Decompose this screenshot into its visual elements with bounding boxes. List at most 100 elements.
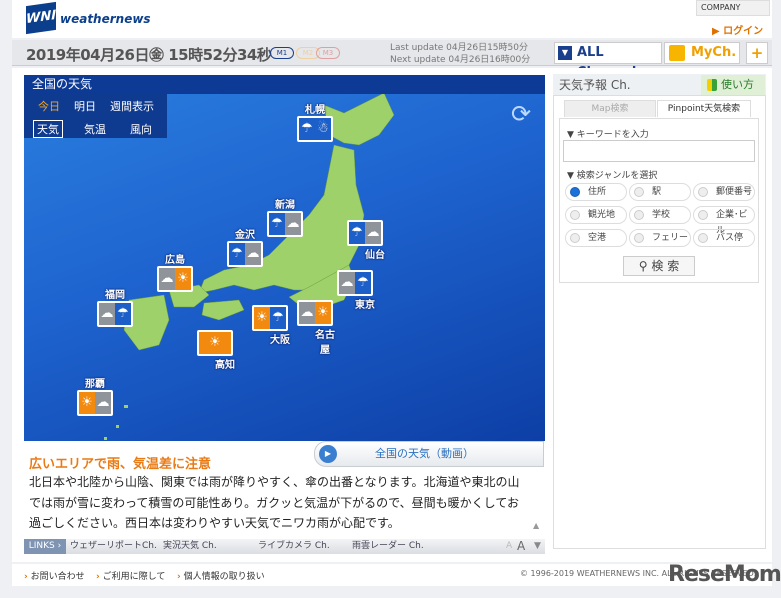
font-large-button[interactable]: A	[517, 539, 525, 554]
weather-sun-icon: ☀	[79, 392, 95, 414]
login-link[interactable]: ▶ ログイン	[712, 22, 763, 37]
mode-m1[interactable]: M1	[270, 47, 294, 59]
beginner-icon	[707, 79, 717, 91]
tab-temperature[interactable]: 気温	[84, 121, 106, 137]
city-marker[interactable]: ☁ ☂ 東京	[335, 270, 375, 311]
font-small-button[interactable]: A	[506, 539, 512, 554]
logo[interactable]: WNI	[26, 1, 56, 35]
city-marker[interactable]: ☀ 高知	[195, 330, 235, 371]
brand-name[interactable]: weathernews	[60, 12, 151, 26]
city-name: 広島	[165, 255, 185, 266]
weather-icon: ☁ ☀	[297, 300, 333, 326]
city-name: 福岡	[105, 290, 125, 301]
weather-cld-icon: ☁	[285, 213, 301, 235]
city-marker[interactable]: 金沢 ☂ ☁	[225, 226, 265, 267]
scroll-down-button[interactable]: ▼	[534, 539, 541, 554]
footer-link-contact[interactable]: › お問い合わせ	[24, 569, 85, 582]
weather-icon: ☂ ☁	[267, 211, 303, 237]
search-icon: ⚲	[638, 259, 648, 273]
video-label: 全国の天気（動画）	[375, 447, 474, 460]
search-button[interactable]: ⚲ 検 索	[623, 256, 695, 276]
scroll-up-button[interactable]: ▲	[533, 521, 539, 530]
weather-cld-icon: ☁	[95, 392, 111, 414]
tab-map-search[interactable]: Map検索	[564, 100, 656, 117]
weather-rain-icon: ☂	[299, 118, 315, 140]
howto-button[interactable]: 使い方	[701, 75, 765, 95]
all-channel-button[interactable]: ▼ALL Channel	[554, 42, 662, 80]
genre-label: 駅	[652, 187, 662, 197]
company-link[interactable]: COMPANY	[696, 0, 770, 16]
update-info: Last update 04月26日15時50分 Next update 04月2…	[390, 42, 530, 66]
weather-rain-icon: ☂	[270, 307, 286, 329]
weather-icon: ☂ ☁	[347, 220, 383, 246]
city-marker[interactable]: ☁ ☀ 名古屋	[295, 300, 335, 356]
links-bar: LINKS › ウェザーリポートCh. 実況天気 Ch. ライブカメラ Ch. …	[24, 539, 545, 554]
video-button[interactable]: ▶ 全国の天気（動画）	[314, 441, 544, 467]
weather-icon: ☂ ☃	[297, 116, 333, 142]
login-label: ログイン	[723, 26, 764, 37]
weather-icon: ☁ ☂	[97, 301, 133, 327]
weather-cld-icon: ☁	[245, 243, 261, 265]
genre-label: 観光地	[588, 210, 616, 220]
keyword-label: ▼ キーワードを入力	[567, 130, 649, 140]
tab-tomorrow[interactable]: 明日	[74, 98, 96, 114]
city-marker[interactable]: 広島 ☁ ☀	[155, 251, 195, 292]
city-name: 金沢	[235, 230, 255, 241]
links-label: LINKS ›	[24, 539, 66, 554]
keyword-input[interactable]	[563, 140, 755, 162]
city-name: 高知	[215, 360, 235, 371]
weather-cld-icon: ☁	[339, 272, 355, 294]
genre-label: フェリー	[652, 233, 689, 243]
add-button[interactable]: +	[746, 42, 768, 64]
genre-radio[interactable]: バス停	[693, 229, 755, 247]
city-marker[interactable]: 札幌 ☂ ☃	[295, 101, 335, 142]
link-weather-report[interactable]: ウェザーリポートCh.	[70, 539, 157, 554]
mych-label: MyCh.	[691, 45, 737, 60]
last-update: Last update 04月26日15時50分	[390, 43, 528, 53]
genre-radio[interactable]: フェリー	[629, 229, 691, 247]
city-marker[interactable]: ☂ ☁ 仙台	[345, 220, 385, 261]
weather-cld-icon: ☁	[99, 303, 115, 325]
weather-sun-icon: ☀	[254, 307, 270, 329]
weather-cld-icon: ☁	[299, 302, 315, 324]
radio-icon	[634, 233, 644, 243]
weather-icon: ☁ ☂	[337, 270, 373, 296]
mych-button[interactable]: MyCh.	[664, 42, 740, 64]
mode-m3[interactable]: M3	[316, 47, 340, 59]
genre-label: バス停	[716, 233, 744, 243]
footer-link-privacy[interactable]: › 個人情報の取り扱い	[177, 569, 265, 582]
genre-radio[interactable]: 駅	[629, 183, 691, 201]
genre-radio[interactable]: 空港	[565, 229, 627, 247]
link-rain-radar[interactable]: 雨雲レーダー Ch.	[352, 539, 424, 554]
footer-link-terms[interactable]: › ご利用に際して	[96, 569, 165, 582]
radio-icon	[634, 187, 644, 197]
tab-weather[interactable]: 天気	[33, 120, 63, 138]
watermark-logo: ReseMom	[668, 562, 781, 587]
radio-icon	[570, 233, 580, 243]
play-icon: ▶	[319, 445, 337, 463]
genre-radio[interactable]: 企業･ビル	[693, 206, 755, 236]
city-marker[interactable]: 那覇 ☀ ☁	[75, 375, 115, 416]
tab-today[interactable]: 今日	[38, 98, 60, 114]
genre-radio[interactable]: 住所	[565, 183, 627, 201]
city-marker[interactable]: ☀ ☂ 大阪	[250, 305, 290, 346]
city-marker[interactable]: 福岡 ☁ ☂	[95, 286, 135, 327]
tab-wind[interactable]: 風向	[130, 121, 152, 137]
radio-icon	[698, 233, 708, 243]
refresh-icon[interactable]: ⟳	[511, 100, 531, 128]
link-live-camera[interactable]: ライブカメラ Ch.	[258, 539, 330, 554]
tab-pinpoint-search[interactable]: Pinpoint天気検索	[657, 100, 751, 117]
news-body: 北日本や北陸から山陰、関東では雨が降りやすく、傘の出番となります。北海道や東北の…	[29, 475, 520, 530]
genre-radio[interactable]: 観光地	[565, 206, 627, 224]
genre-label: 学校	[652, 210, 671, 220]
city-name: 那覇	[85, 379, 105, 390]
genre-radio[interactable]: 郵便番号	[693, 183, 755, 201]
weather-sun-icon: ☀	[315, 302, 331, 324]
link-observation[interactable]: 実況天気 Ch.	[163, 539, 217, 554]
city-marker[interactable]: 新潟 ☂ ☁	[265, 196, 305, 237]
footer-link-label: お問い合わせ	[30, 572, 85, 582]
tab-weekly[interactable]: 週間表示	[110, 98, 154, 114]
weather-icon: ☂ ☁	[227, 241, 263, 267]
city-name: 名古屋	[315, 330, 335, 356]
genre-radio[interactable]: 学校	[629, 206, 691, 224]
